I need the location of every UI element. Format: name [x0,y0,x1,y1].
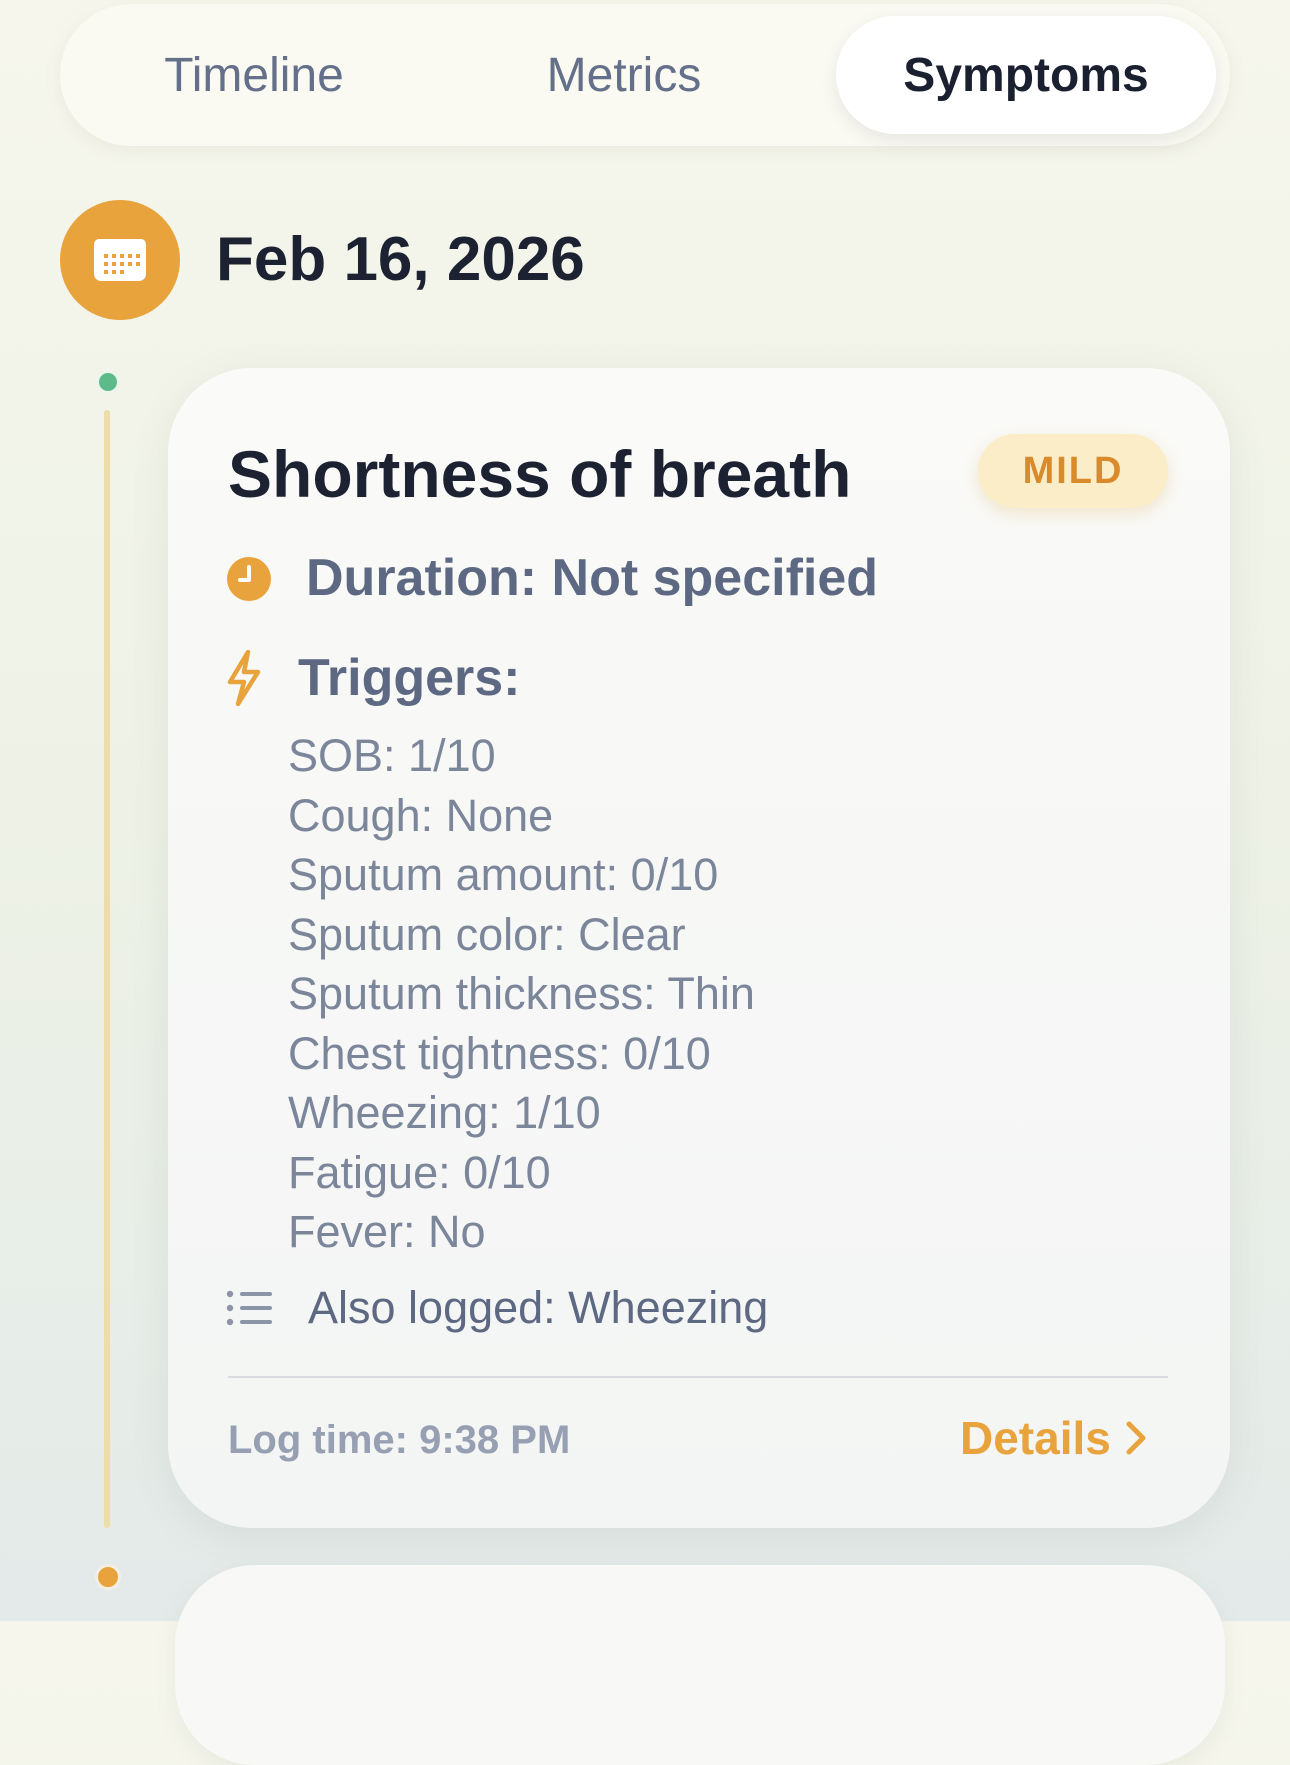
list-icon [226,1288,274,1328]
tab-symptoms[interactable]: Symptoms [836,16,1216,134]
symptom-title: Shortness of breath [228,437,852,511]
triggers-label: Triggers: [298,649,521,707]
calendar-icon [60,200,180,320]
list-item: Fever: No [288,1206,486,1257]
timeline-dot [96,370,120,394]
symptom-card[interactable] [175,1565,1225,1765]
view-segmented-control: Timeline Metrics Symptoms [60,4,1230,146]
list-item: Sputum amount: 0/10 [288,849,719,900]
details-label: Details [960,1412,1111,1464]
details-link[interactable]: Details [960,1408,1147,1468]
log-time: Log time: 9:38 PM [228,1418,571,1462]
list-item: Cough: None [288,789,554,841]
tab-metrics[interactable]: Metrics [450,16,798,134]
triggers-list: SOB: 1/10 Cough: None Sputum amount: 0/1… [288,726,755,1262]
list-item: SOB: 1/10 [288,730,496,781]
lightning-icon [224,650,264,706]
date-heading: Feb 16, 2026 [216,225,585,294]
tab-timeline[interactable]: Timeline [80,16,428,134]
timeline-line [104,410,110,1528]
divider [228,1376,1168,1378]
timeline-dot [95,1564,121,1590]
symptom-card[interactable]: Shortness of breath MILD Duration: Not s… [168,368,1230,1528]
also-logged-text: Also logged: Wheezing [308,1282,769,1333]
list-item: Fatigue: 0/10 [288,1146,551,1198]
list-item: Sputum thickness: Thin [288,968,755,1019]
list-item: Chest tightness: 0/10 [288,1027,711,1079]
list-item: Wheezing: 1/10 [288,1087,601,1138]
duration-text: Duration: Not specified [306,549,879,607]
clock-icon [226,556,272,602]
list-item: Sputum color: Clear [288,908,686,960]
severity-badge: MILD [978,434,1168,508]
chevron-right-icon [1126,1421,1146,1455]
